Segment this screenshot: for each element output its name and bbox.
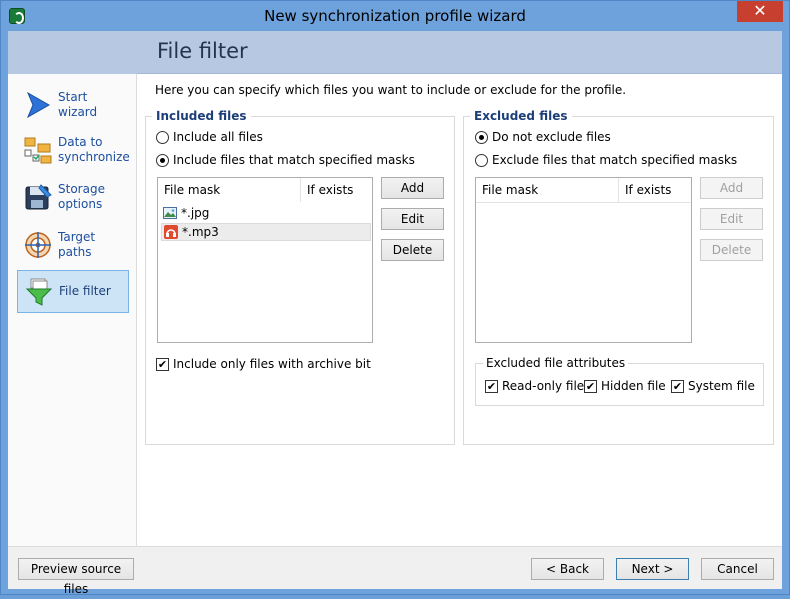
radio-indicator[interactable] [156, 130, 169, 144]
sidebar-item-start-wizard[interactable]: Start wizard [17, 83, 129, 127]
excluded-attributes-fieldset: Excluded file attributes ✔ Read-only fil… [475, 356, 764, 406]
checkbox-indicator[interactable]: ✔ [485, 379, 498, 393]
file-mask-value: *.mp3 [182, 225, 219, 239]
radio-indicator[interactable] [475, 153, 488, 167]
target-icon [25, 232, 51, 258]
sidebar-item-label: Start wizard [58, 90, 98, 119]
excluded-edit-button[interactable]: Edit [700, 208, 763, 230]
readonly-label: Read-only file [502, 379, 585, 393]
wizard-window: New synchronization profile wizard ✕ Sta… [0, 0, 790, 596]
checkbox-indicator[interactable]: ✔ [584, 379, 597, 393]
image-file-icon [163, 207, 177, 219]
included-files-title: Included files [152, 109, 251, 123]
include-masks-radio[interactable]: Include files that match specified masks [156, 153, 415, 167]
file-mask-value: *.jpg [181, 206, 210, 220]
list-item[interactable]: *.mp3 [161, 223, 371, 241]
excluded-masks-list[interactable]: File mask If exists [475, 177, 692, 343]
excluded-delete-button[interactable]: Delete [700, 239, 763, 261]
exclude-masks-radio[interactable]: Exclude files that match specified masks [475, 153, 737, 167]
header-divider [476, 202, 691, 203]
column-header-if-exists[interactable]: If exists [301, 178, 372, 202]
radio-indicator[interactable] [156, 153, 169, 167]
footer-bar: Preview source files < Back Next > Cance… [8, 546, 782, 596]
folders-icon [24, 137, 52, 164]
checkbox-indicator[interactable]: ✔ [156, 357, 169, 371]
preview-source-files-button[interactable]: Preview source files [18, 558, 134, 596]
readonly-checkbox[interactable]: ✔ Read-only file [485, 379, 584, 393]
arrow-icon [26, 91, 51, 119]
included-masks-list[interactable]: File mask If exists *.jpg *.mp3 [157, 177, 373, 343]
main-panel: Here you can specify which files you wan… [137, 74, 782, 546]
included-add-button[interactable]: Add [381, 177, 444, 199]
exclude-none-label: Do not exclude files [492, 130, 611, 144]
sidebar: Start wizard Data to synchronize Storage… [8, 31, 137, 546]
hidden-label: Hidden file [601, 379, 666, 393]
disk-icon [25, 184, 52, 210]
include-all-label: Include all files [173, 130, 263, 144]
funnel-icon [25, 278, 53, 306]
column-header-if-exists[interactable]: If exists [619, 178, 691, 202]
exclude-none-radio[interactable]: Do not exclude files [475, 130, 611, 144]
column-header-file-mask[interactable]: File mask [158, 178, 301, 202]
close-button[interactable]: ✕ [737, 1, 783, 22]
system-label: System file [688, 379, 755, 393]
page-header: File filter [137, 31, 782, 74]
excluded-attributes-title: Excluded file attributes [483, 356, 629, 370]
exclude-masks-label: Exclude files that match specified masks [492, 153, 738, 167]
client-area: Start wizard Data to synchronize Storage… [8, 31, 782, 596]
sidebar-item-label: Storage options [58, 182, 105, 211]
hidden-checkbox[interactable]: ✔ Hidden file [584, 379, 666, 393]
sidebar-item-label: Target paths [58, 230, 96, 259]
sidebar-item-label: File filter [59, 284, 111, 298]
sidebar-item-label: Data to synchronize [58, 135, 130, 164]
cancel-button[interactable]: Cancel [701, 558, 774, 580]
sidebar-item-data-to-synchronize[interactable]: Data to synchronize [17, 128, 130, 172]
archive-bit-checkbox[interactable]: ✔ Include only files with archive bit [156, 357, 371, 371]
included-edit-button[interactable]: Edit [381, 208, 444, 230]
next-button[interactable]: Next > [616, 558, 689, 580]
audio-file-icon [164, 225, 178, 239]
window-title: New synchronization profile wizard [264, 7, 526, 25]
page-title: File filter [157, 39, 248, 63]
system-checkbox[interactable]: ✔ System file [671, 379, 755, 393]
include-all-radio[interactable]: Include all files [156, 130, 263, 144]
archive-bit-label: Include only files with archive bit [173, 357, 371, 371]
radio-indicator[interactable] [475, 130, 488, 144]
excluded-add-button[interactable]: Add [700, 177, 763, 199]
back-button[interactable]: < Back [531, 558, 604, 580]
column-header-file-mask[interactable]: File mask [476, 178, 619, 202]
excluded-files-group: Excluded files Do not exclude files Excl… [463, 109, 774, 445]
excluded-files-title: Excluded files [470, 109, 572, 123]
checkbox-indicator[interactable]: ✔ [671, 379, 684, 393]
sidebar-item-storage-options[interactable]: Storage options [17, 175, 129, 219]
sidebar-item-file-filter[interactable]: File filter [17, 270, 129, 313]
include-masks-label: Include files that match specified masks [173, 153, 415, 167]
included-files-group: Included files Include all files Include… [145, 109, 455, 445]
sidebar-header-band [8, 31, 137, 74]
title-bar[interactable]: New synchronization profile wizard ✕ [1, 1, 789, 31]
list-item[interactable]: *.jpg [161, 204, 371, 222]
intro-text: Here you can specify which files you wan… [155, 83, 627, 97]
included-delete-button[interactable]: Delete [381, 239, 444, 261]
sidebar-item-target-paths[interactable]: Target paths [17, 223, 129, 267]
